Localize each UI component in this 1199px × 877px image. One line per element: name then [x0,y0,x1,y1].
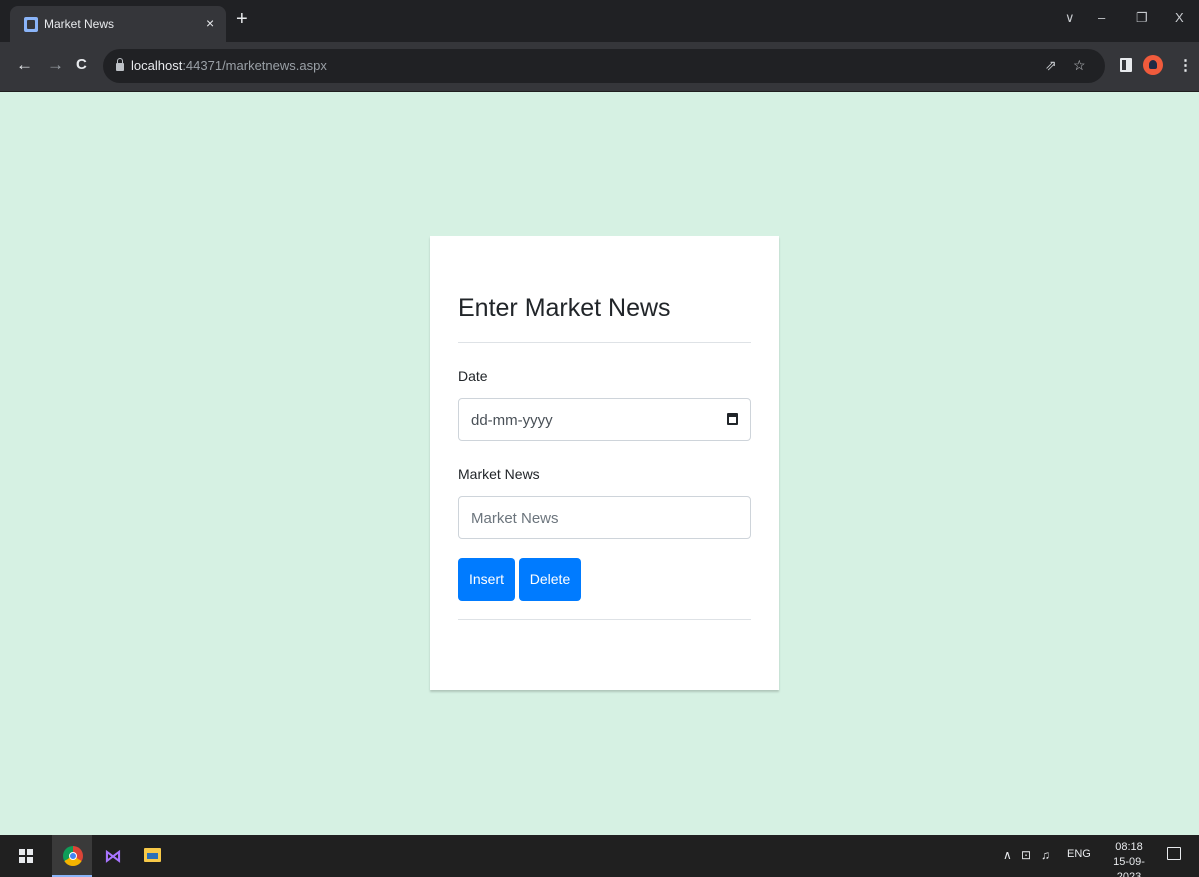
taskbar-visual-studio-app[interactable]: ⋈ [92,835,132,877]
market-news-form-card: Enter Market News Date dd-mm-yyyy Market… [430,236,779,690]
delete-button[interactable]: Delete [519,558,581,601]
clock-date: 15-09-2023 [1113,856,1145,877]
minimize-button[interactable]: – [1098,10,1105,25]
page-favicon-icon [24,17,38,32]
market-news-placeholder: Market News [471,510,559,527]
tab-search-icon[interactable]: ∨ [1065,10,1075,26]
windows-start-icon[interactable] [19,849,33,863]
reload-button[interactable]: C [76,56,87,74]
browser-menu-icon[interactable]: ⋮ [1178,56,1193,74]
lock-icon[interactable] [116,58,124,71]
calendar-icon[interactable] [727,413,738,425]
tab-title: Market News [44,17,115,31]
insert-button[interactable]: Insert [458,558,515,601]
divider [458,342,751,343]
notification-icon[interactable] [1167,847,1181,860]
clock-time: 08:18 [1115,841,1143,853]
taskbar-file-explorer-app[interactable] [132,835,172,877]
page-title: Enter Market News [458,294,671,322]
url-text[interactable]: localhost:44371/marketnews.aspx [131,58,327,73]
page-viewport: Enter Market News Date dd-mm-yyyy Market… [0,93,1199,835]
date-label: Date [458,368,488,384]
bookmark-star-icon[interactable]: ☆ [1073,57,1086,74]
market-news-input[interactable]: Market News [458,496,751,539]
taskbar-chrome-app[interactable] [52,835,92,877]
new-tab-button[interactable]: + [236,9,248,29]
back-button[interactable]: ← [16,56,33,74]
profile-avatar[interactable] [1143,55,1163,75]
browser-toolbar: ← → C localhost:44371/marketnews.aspx ⇗ … [0,42,1199,92]
divider [458,619,751,620]
forward-button[interactable]: → [47,56,64,74]
side-panel-icon[interactable] [1120,58,1132,72]
address-bar[interactable]: localhost:44371/marketnews.aspx ⇗ ☆ [103,49,1105,83]
language-indicator[interactable]: ENG [1067,848,1091,860]
restore-button[interactable]: ❐ [1136,10,1148,26]
url-host: localhost [131,58,183,73]
chrome-icon [63,846,83,866]
url-path: :44371/marketnews.aspx [182,58,327,73]
share-icon[interactable]: ⇗ [1045,57,1057,74]
file-explorer-icon [144,848,161,862]
visual-studio-icon: ⋈ [104,846,122,867]
date-input-value: dd-mm-yyyy [471,412,553,429]
taskbar: ⋈ ∧ ⊡ ♫ ENG 08:18 15-09-2023 [0,835,1199,877]
network-icon[interactable]: ⊡ [1021,848,1031,862]
date-input[interactable]: dd-mm-yyyy [458,398,751,441]
market-news-label: Market News [458,466,540,482]
tray-overflow-chevron-icon[interactable]: ∧ [1003,848,1012,862]
tab-close-icon[interactable]: × [206,15,214,31]
volume-icon[interactable]: ♫ [1041,848,1050,862]
system-clock[interactable]: 08:18 15-09-2023 [1103,840,1155,877]
close-window-button[interactable]: X [1175,10,1184,25]
browser-tab[interactable]: Market News × [10,6,226,42]
browser-tabstrip: Market News × + ∨ – ❐ X [0,0,1199,42]
